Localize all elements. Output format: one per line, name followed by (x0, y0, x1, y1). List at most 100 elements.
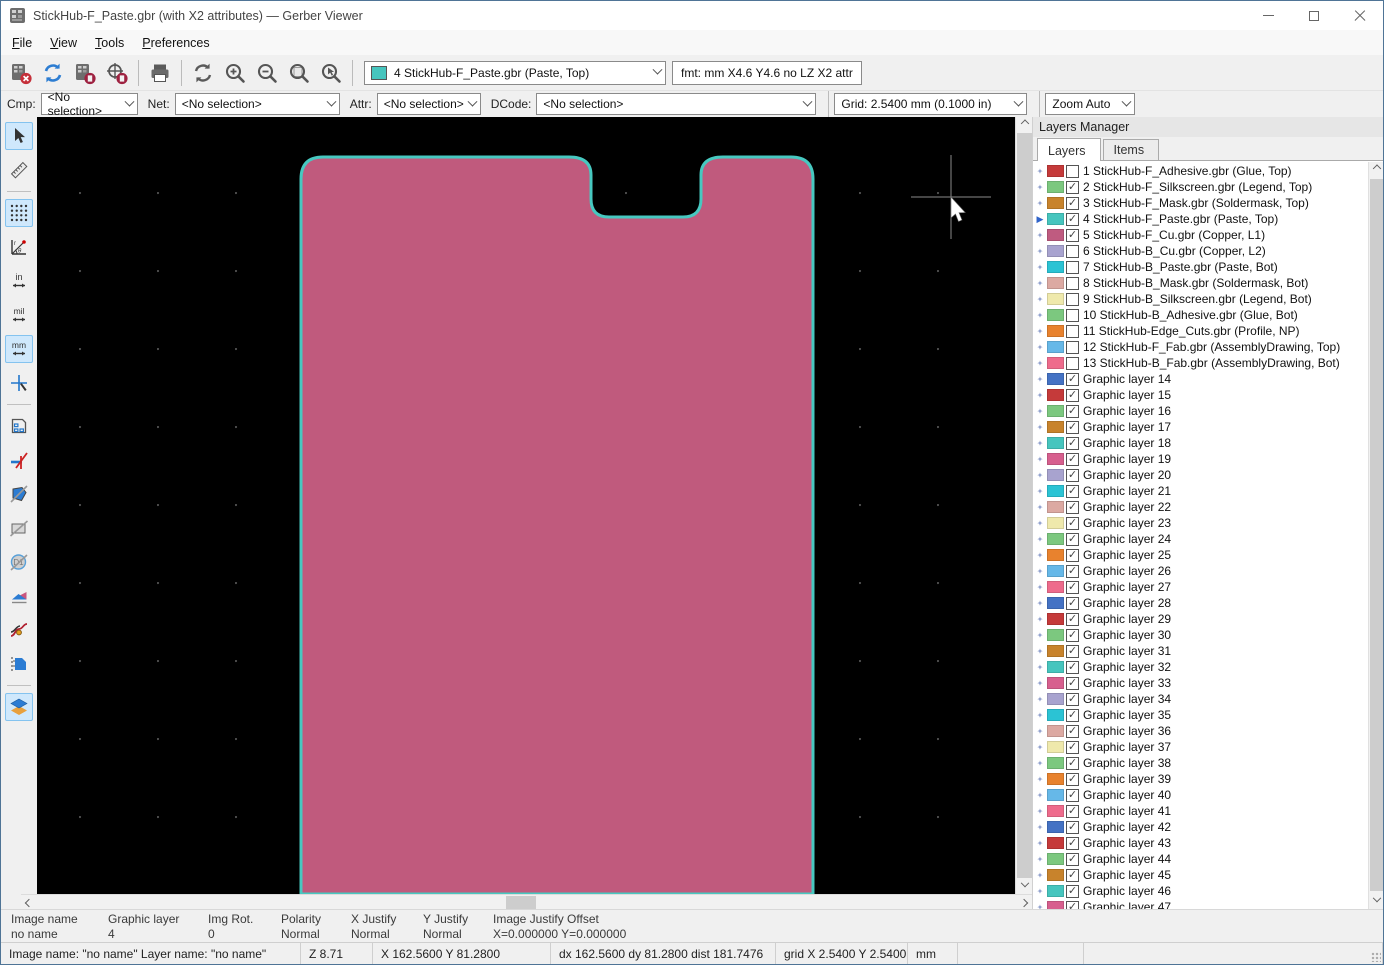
layer-row[interactable]: ✦✓Graphic layer 34 (1033, 691, 1368, 707)
layer-visibility-checkbox[interactable] (1066, 309, 1079, 322)
layer-color-swatch[interactable] (1047, 245, 1064, 257)
layer-color-swatch[interactable] (1047, 725, 1064, 737)
layer-color-swatch[interactable] (1047, 453, 1064, 465)
layer-row[interactable]: ✦✓Graphic layer 20 (1033, 467, 1368, 483)
layer-color-swatch[interactable] (1047, 277, 1064, 289)
tab-layers[interactable]: Layers (1037, 138, 1101, 161)
layer-color-swatch[interactable] (1047, 613, 1064, 625)
layer-visibility-checkbox[interactable]: ✓ (1066, 885, 1079, 898)
layer-row[interactable]: ✦✓Graphic layer 14 (1033, 371, 1368, 387)
layer-row[interactable]: ✦✓Graphic layer 31 (1033, 643, 1368, 659)
layer-color-swatch[interactable] (1047, 405, 1064, 417)
scroll-up-arrow[interactable] (1016, 117, 1033, 133)
layer-color-swatch[interactable] (1047, 837, 1064, 849)
layer-visibility-checkbox[interactable]: ✓ (1066, 645, 1079, 658)
layer-row[interactable]: ✦1 StickHub-F_Adhesive.gbr (Glue, Top) (1033, 163, 1368, 179)
layer-visibility-checkbox[interactable] (1066, 261, 1079, 274)
layer-row[interactable]: ✦✓Graphic layer 44 (1033, 851, 1368, 867)
maximize-button[interactable] (1291, 1, 1337, 30)
show-dcodes-button[interactable]: D1 (5, 548, 33, 576)
layer-row[interactable]: ✦✓Graphic layer 35 (1033, 707, 1368, 723)
layer-visibility-checkbox[interactable]: ✓ (1066, 421, 1079, 434)
layer-row[interactable]: ✦✓Graphic layer 36 (1033, 723, 1368, 739)
menu-view[interactable]: View (41, 32, 86, 54)
layer-visibility-checkbox[interactable]: ✓ (1066, 693, 1079, 706)
vertical-scroll-thumb[interactable] (1017, 133, 1032, 878)
layer-row[interactable]: ✦✓Graphic layer 17 (1033, 419, 1368, 435)
layer-color-swatch[interactable] (1047, 229, 1064, 241)
layer-color-swatch[interactable] (1047, 677, 1064, 689)
canvas-vertical-scrollbar[interactable] (1015, 117, 1032, 894)
layer-row[interactable]: ✦✓Graphic layer 37 (1033, 739, 1368, 755)
layer-visibility-checkbox[interactable]: ✓ (1066, 437, 1079, 450)
menu-tools[interactable]: Tools (86, 32, 133, 54)
layer-row[interactable]: ✦9 StickHub-B_Silkscreen.gbr (Legend, Bo… (1033, 291, 1368, 307)
measure-tool-button[interactable] (5, 156, 33, 184)
layer-visibility-checkbox[interactable]: ✓ (1066, 773, 1079, 786)
layer-color-swatch[interactable] (1047, 197, 1064, 209)
layer-color-swatch[interactable] (1047, 597, 1064, 609)
layer-visibility-checkbox[interactable]: ✓ (1066, 837, 1079, 850)
menu-preferences[interactable]: Preferences (133, 32, 218, 54)
layer-color-swatch[interactable] (1047, 661, 1064, 673)
units-inches-button[interactable]: in (5, 267, 33, 295)
attr-select[interactable]: <No selection> (377, 93, 481, 115)
layer-color-swatch[interactable] (1047, 549, 1064, 561)
layer-row[interactable]: ✦11 StickHub-Edge_Cuts.gbr (Profile, NP) (1033, 323, 1368, 339)
layer-visibility-checkbox[interactable]: ✓ (1066, 853, 1079, 866)
sketch-lines-button[interactable] (5, 446, 33, 474)
layer-visibility-checkbox[interactable]: ✓ (1066, 725, 1079, 738)
polar-coordinates-button[interactable]: r θ (5, 233, 33, 261)
layer-color-swatch[interactable] (1047, 261, 1064, 273)
layer-visibility-checkbox[interactable] (1066, 245, 1079, 258)
layers-manager-toggle-button[interactable] (5, 693, 33, 721)
layer-color-swatch[interactable] (1047, 565, 1064, 577)
layer-visibility-checkbox[interactable]: ✓ (1066, 373, 1079, 386)
layer-visibility-checkbox[interactable]: ✓ (1066, 805, 1079, 818)
layer-color-swatch[interactable] (1047, 469, 1064, 481)
layer-visibility-checkbox[interactable] (1066, 325, 1079, 338)
layer-visibility-checkbox[interactable]: ✓ (1066, 213, 1079, 226)
layer-visibility-checkbox[interactable]: ✓ (1066, 901, 1079, 910)
zoom-select[interactable]: Zoom Auto (1045, 93, 1135, 115)
layers-scrollbar[interactable] (1368, 162, 1384, 909)
redraw-view-button[interactable] (187, 58, 219, 88)
layer-row[interactable]: ✦✓Graphic layer 16 (1033, 403, 1368, 419)
layer-row[interactable]: ✦✓Graphic layer 40 (1033, 787, 1368, 803)
scroll-down-arrow[interactable] (1369, 893, 1384, 909)
layer-row[interactable]: ✦✓2 StickHub-F_Silkscreen.gbr (Legend, T… (1033, 179, 1368, 195)
layer-row[interactable]: ✦✓Graphic layer 28 (1033, 595, 1368, 611)
layer-row[interactable]: ✦✓Graphic layer 29 (1033, 611, 1368, 627)
select-tool-button[interactable] (5, 122, 33, 150)
scroll-left-arrow[interactable] (21, 895, 37, 910)
sketch-flashed-items-button[interactable] (5, 412, 33, 440)
show-negative-objects-button[interactable] (5, 514, 33, 542)
units-mm-button[interactable]: mm (5, 335, 33, 363)
close-button[interactable] (1337, 1, 1383, 30)
layer-color-swatch[interactable] (1047, 341, 1064, 353)
layer-visibility-checkbox[interactable]: ✓ (1066, 565, 1079, 578)
print-button[interactable] (144, 58, 176, 88)
layers-scroll-thumb[interactable] (1370, 179, 1384, 891)
grid-visibility-button[interactable] (5, 199, 33, 227)
open-drill-file-button[interactable] (101, 58, 133, 88)
layer-visibility-checkbox[interactable]: ✓ (1066, 197, 1079, 210)
layer-color-swatch[interactable] (1047, 773, 1064, 785)
canvas-horizontal-scrollbar[interactable] (21, 894, 1032, 909)
layer-row[interactable]: ✦✓Graphic layer 23 (1033, 515, 1368, 531)
layer-row[interactable]: ✦✓Graphic layer 39 (1033, 771, 1368, 787)
zoom-to-selection-button[interactable] (315, 58, 347, 88)
units-mils-button[interactable]: mil (5, 301, 33, 329)
layer-row[interactable]: ✦✓Graphic layer 18 (1033, 435, 1368, 451)
layer-color-swatch[interactable] (1047, 645, 1064, 657)
layer-visibility-checkbox[interactable]: ✓ (1066, 181, 1079, 194)
cursor-shape-button[interactable] (5, 369, 33, 397)
layer-visibility-checkbox[interactable]: ✓ (1066, 869, 1079, 882)
layer-visibility-checkbox[interactable] (1066, 277, 1079, 290)
layer-color-swatch[interactable] (1047, 421, 1064, 433)
layer-visibility-checkbox[interactable]: ✓ (1066, 501, 1079, 514)
layer-visibility-checkbox[interactable]: ✓ (1066, 405, 1079, 418)
layer-visibility-checkbox[interactable]: ✓ (1066, 613, 1079, 626)
layer-row[interactable]: ✦✓Graphic layer 25 (1033, 547, 1368, 563)
layer-row[interactable]: ✦✓Graphic layer 38 (1033, 755, 1368, 771)
